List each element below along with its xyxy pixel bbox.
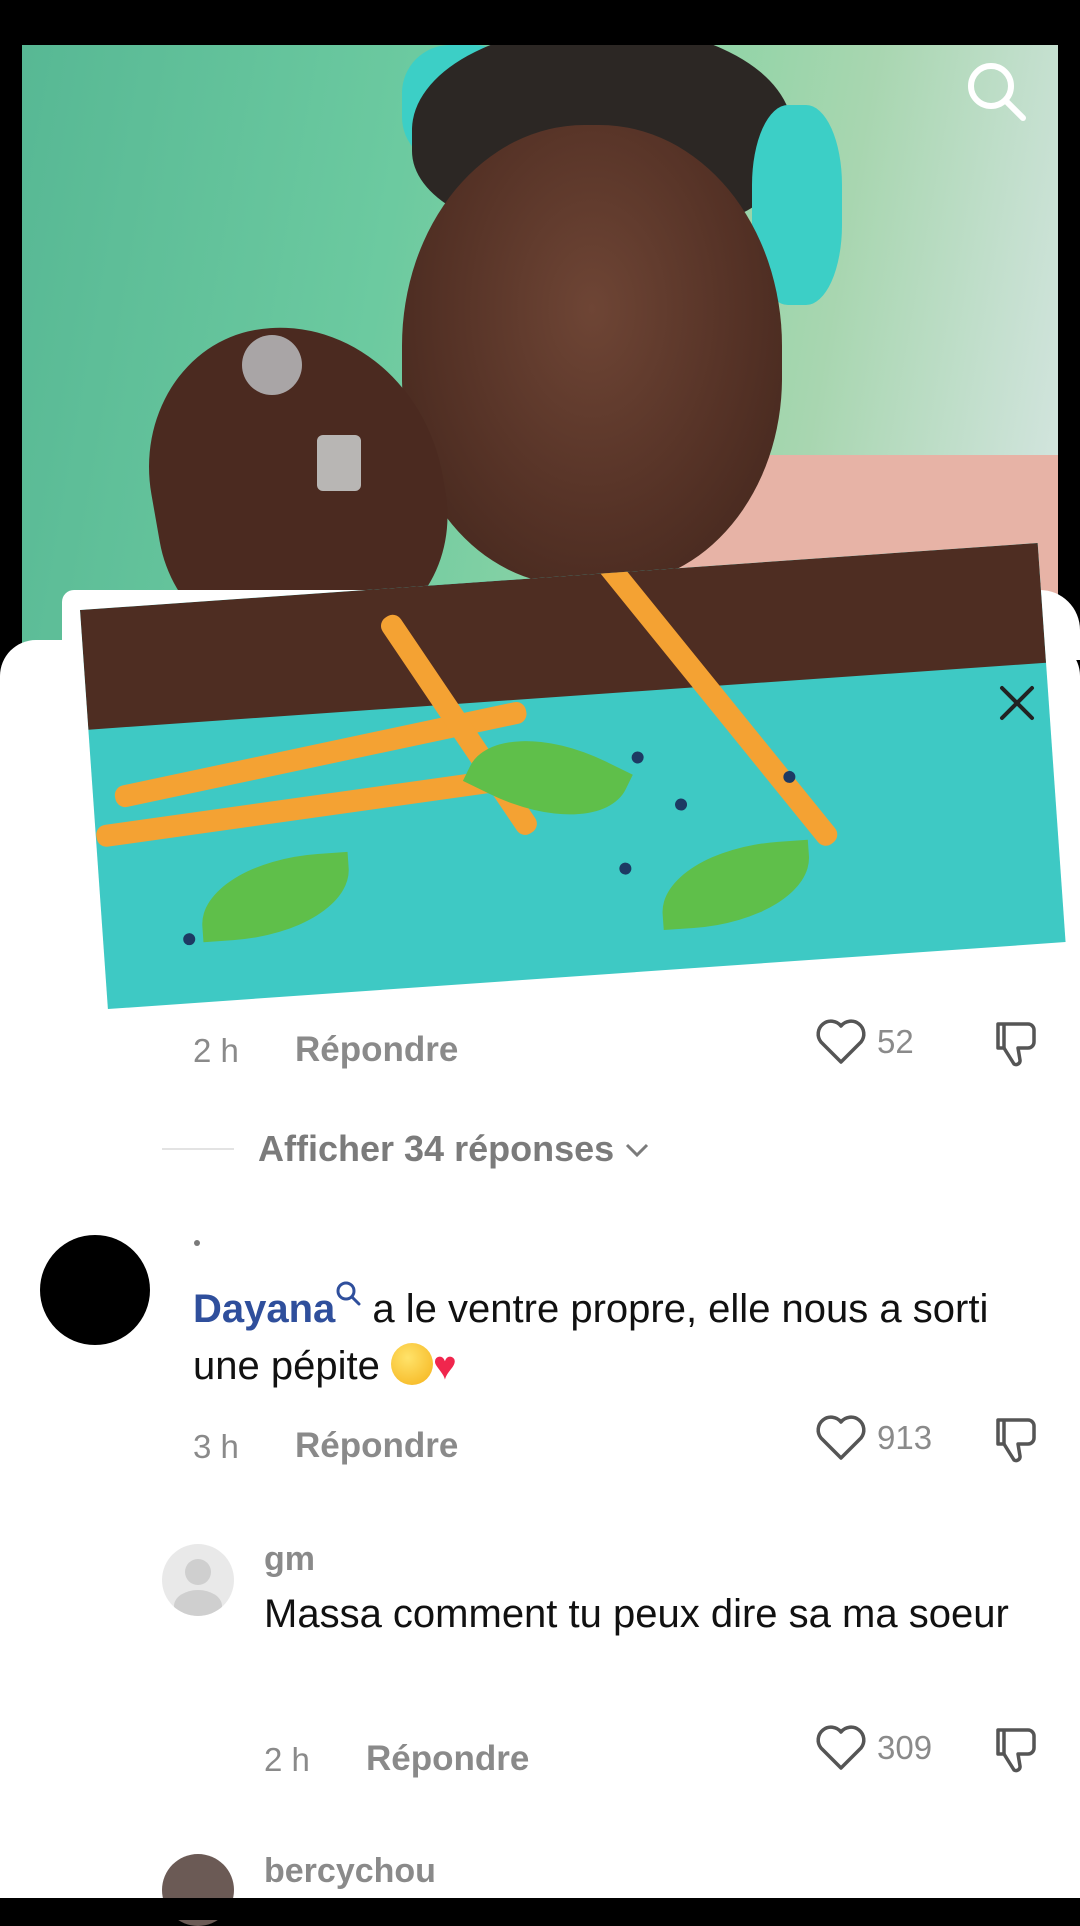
search-icon [336, 1281, 361, 1306]
ring [317, 435, 361, 491]
username[interactable]: . [194, 1240, 200, 1246]
dislike-icon[interactable] [990, 1724, 1040, 1774]
leaf-pattern [197, 851, 354, 943]
reply-button[interactable]: Répondre [295, 1030, 458, 1070]
heart-icon[interactable] [815, 1414, 867, 1462]
username[interactable]: gm [264, 1540, 315, 1579]
dot-pattern [618, 862, 632, 875]
dot-pattern [182, 932, 196, 946]
heart-icon[interactable] [815, 1018, 867, 1066]
close-icon[interactable] [998, 684, 1036, 722]
reply-button[interactable]: Répondre [366, 1739, 529, 1779]
leaf-pattern [658, 839, 814, 931]
view-replies-button[interactable]: Afficher 34 réponses [258, 1128, 650, 1170]
like-count: 52 [877, 1023, 914, 1060]
divider [162, 1148, 234, 1150]
video-cutout [80, 543, 1066, 1010]
ring [242, 335, 302, 395]
comment-time: 2 h [193, 1032, 239, 1069]
reply-button[interactable]: Répondre [295, 1426, 458, 1466]
bottom-bar [0, 1898, 1080, 1920]
dislike-icon[interactable] [990, 1018, 1040, 1068]
laughing-emoji-icon [390, 1343, 433, 1385]
dot-pattern [631, 751, 645, 764]
comment-text: Massa comment tu peux dire sa ma soeur [264, 1592, 1009, 1636]
heart-icon[interactable] [815, 1724, 867, 1772]
comment-text: Dayana a le ventre propre, elle nous a s… [193, 1280, 1053, 1395]
comment-time: 2 h [264, 1741, 310, 1778]
dot-pattern [674, 798, 688, 811]
like-count: 309 [877, 1729, 933, 1766]
comment-time: 3 h [193, 1428, 239, 1465]
search-icon[interactable] [963, 58, 1029, 124]
username[interactable]: bercychou [264, 1852, 436, 1891]
mention-link[interactable]: Dayana [193, 1287, 335, 1331]
default-avatar-icon [174, 1559, 222, 1616]
chevron-down-icon [626, 1143, 649, 1158]
heart-emoji-icon: ♥ [432, 1344, 457, 1388]
avatar[interactable] [162, 1544, 234, 1616]
avatar[interactable] [40, 1235, 150, 1345]
dislike-icon[interactable] [990, 1414, 1040, 1464]
like-count: 913 [877, 1419, 933, 1456]
face [402, 125, 782, 585]
view-replies-label: Afficher 34 réponses [258, 1128, 615, 1169]
